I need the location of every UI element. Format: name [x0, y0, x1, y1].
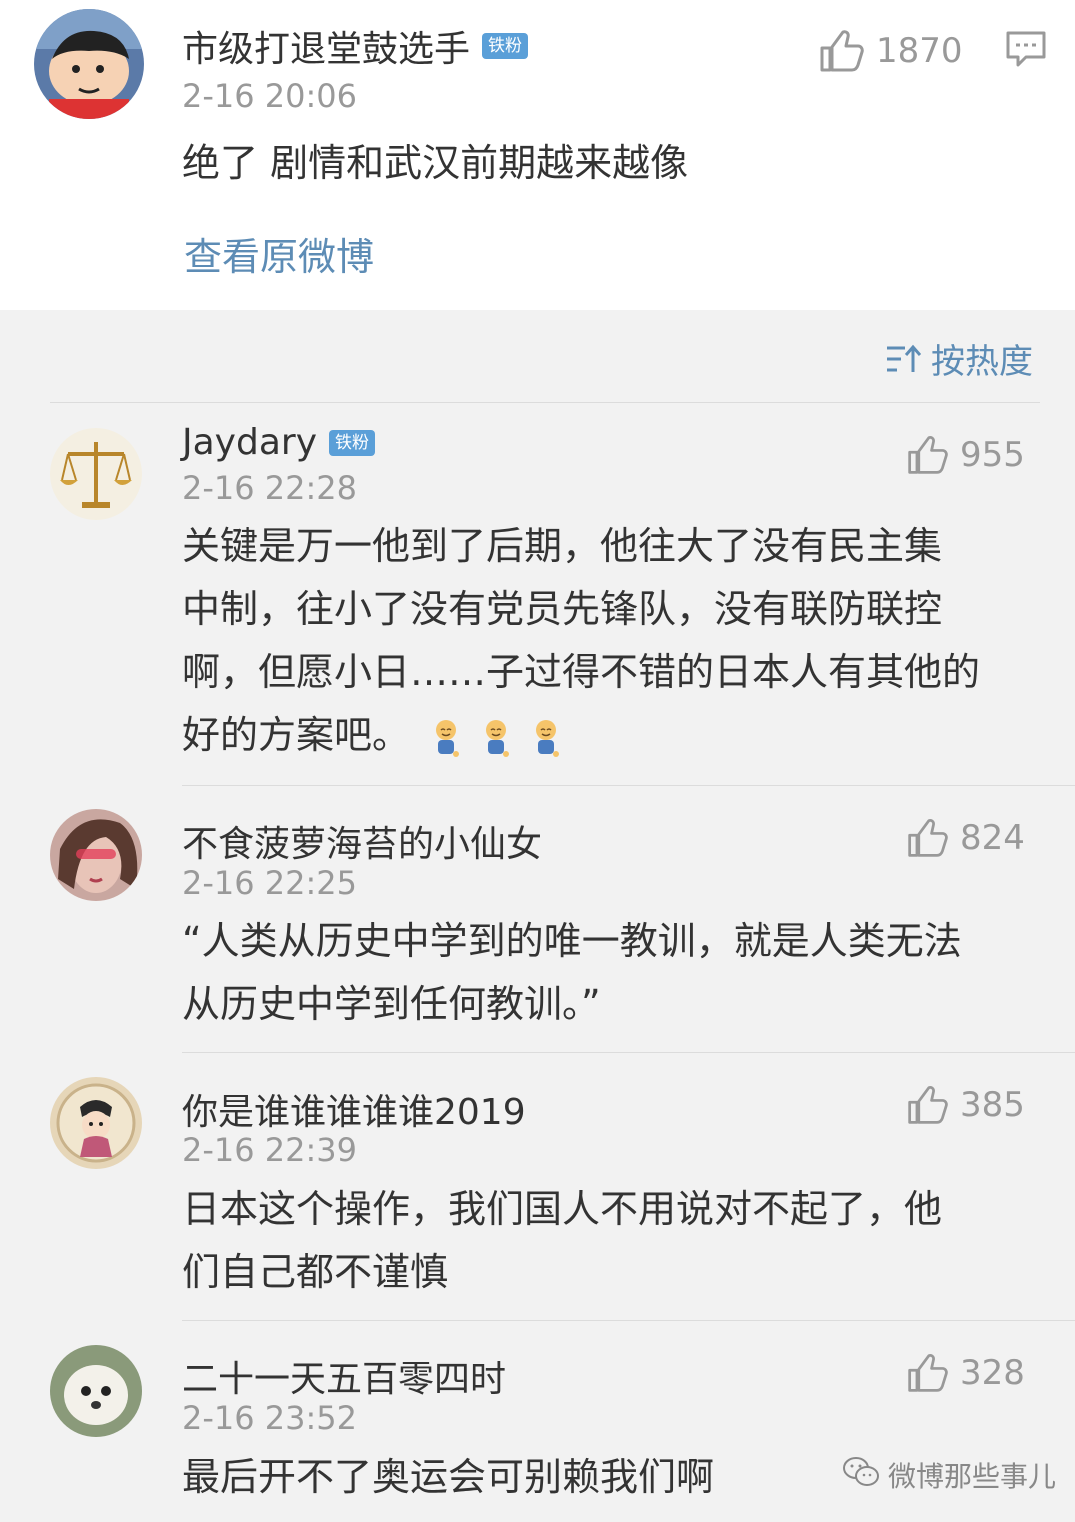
avatar[interactable] [50, 1345, 142, 1437]
view-original-link[interactable]: 查看原微博 [184, 226, 374, 281]
comment-time: 2-16 22:39 [182, 1131, 358, 1169]
username-text[interactable]: 二十一天五百零四时 [182, 1350, 506, 1402]
comment-line: 们自己都不谨慎 [182, 1250, 449, 1294]
avatar[interactable] [34, 9, 144, 119]
smile-emoji-icon [530, 718, 562, 758]
username-text[interactable]: Jaydary [182, 422, 317, 463]
comment-line: “人类从历史中学到的唯一教训，就是人类无法 [182, 919, 962, 963]
comment-icon[interactable] [1004, 29, 1048, 69]
comment-line: 日本这个操作，我们国人不用说对不起了，他 [182, 1187, 943, 1231]
thumbs-up-icon [818, 28, 864, 74]
comment-text: 关键是万一他到了后期，他往大了没有民主集 中制，往小了没有党员先锋队，没有联防联… [182, 515, 1042, 767]
comment-line: 关键是万一他到了后期，他往大了没有民主集 [182, 524, 943, 568]
like-count: 824 [960, 818, 1025, 858]
comment-text: 日本这个操作，我们国人不用说对不起了，他 们自己都不谨慎 [182, 1178, 1042, 1304]
comment-line-with-emoji: 好的方案吧。 [182, 704, 1042, 767]
watermark-text: 微博那些事儿 [888, 1460, 1057, 1493]
comment-line: 最后开不了奥运会可别赖我们啊 [182, 1455, 715, 1499]
comment-text: 最后开不了奥运会可别赖我们啊 [182, 1446, 842, 1509]
comment-text: 绝了 剧情和武汉前期越来越像 [182, 141, 689, 185]
username[interactable]: 市级打退堂鼓选手 铁粉 [182, 20, 529, 72]
like-button[interactable]: 328 [906, 1352, 1025, 1394]
sort-by-hot-button[interactable]: 按热度 [885, 334, 1033, 383]
divider [50, 402, 1040, 403]
username[interactable]: 二十一天五百零四时 [182, 1350, 506, 1402]
username[interactable]: 不食菠萝海苔的小仙女 [182, 815, 542, 867]
avatar[interactable] [50, 1077, 142, 1169]
thumbs-up-icon [906, 817, 948, 859]
username[interactable]: 你是谁谁谁谁谁2019 [182, 1083, 526, 1135]
comment-time: 2-16 20:06 [182, 77, 358, 115]
smile-emoji-icon [430, 718, 462, 758]
like-button[interactable]: 824 [906, 817, 1025, 859]
comment-line: 中制，往小了没有党员先锋队，没有联防联控 [182, 587, 943, 631]
comment-time: 2-16 23:52 [182, 1399, 358, 1437]
comment-text: “人类从历史中学到的唯一教训，就是人类无法 从历史中学到任何教训。” [182, 910, 1042, 1036]
comment-time: 2-16 22:25 [182, 864, 358, 902]
avatar[interactable] [50, 809, 142, 901]
fan-badge: 铁粉 [482, 33, 529, 59]
thumbs-up-icon [906, 434, 948, 476]
thumbs-up-icon [906, 1084, 948, 1126]
wechat-icon [842, 1456, 880, 1495]
username-text[interactable]: 市级打退堂鼓选手 [182, 20, 470, 72]
username-text[interactable]: 你是谁谁谁谁谁2019 [182, 1083, 526, 1135]
emoji-group [430, 718, 562, 758]
like-button[interactable]: 385 [906, 1084, 1025, 1126]
original-comment-card: 市级打退堂鼓选手 铁粉 2-16 20:06 1870 绝了 剧情和武汉前期越来… [0, 0, 1075, 310]
avatar[interactable] [50, 428, 142, 520]
fan-badge: 铁粉 [329, 429, 375, 456]
like-count: 328 [960, 1353, 1025, 1393]
comment-line: 啊，但愿小日……子过得不错的日本人有其他的 [182, 650, 981, 694]
divider [182, 1052, 1075, 1053]
username[interactable]: Jaydary 铁粉 [182, 422, 375, 463]
divider [182, 785, 1075, 786]
thumbs-up-icon [906, 1352, 948, 1394]
divider [182, 1320, 1075, 1321]
like-count: 385 [960, 1085, 1025, 1125]
comment-line: 从历史中学到任何教训。” [182, 982, 601, 1026]
sort-icon [885, 342, 921, 376]
watermark: 微博那些事儿 [842, 1455, 1056, 1495]
like-count: 955 [960, 435, 1025, 475]
like-button[interactable]: 955 [906, 434, 1025, 476]
smile-emoji-icon [480, 718, 512, 758]
like-button[interactable]: 1870 [818, 28, 963, 74]
comment-time: 2-16 22:28 [182, 469, 358, 507]
comment-line: 好的方案吧。 [182, 713, 411, 757]
like-count: 1870 [876, 31, 963, 71]
username-text[interactable]: 不食菠萝海苔的小仙女 [182, 815, 542, 867]
sort-label: 按热度 [931, 342, 1033, 382]
